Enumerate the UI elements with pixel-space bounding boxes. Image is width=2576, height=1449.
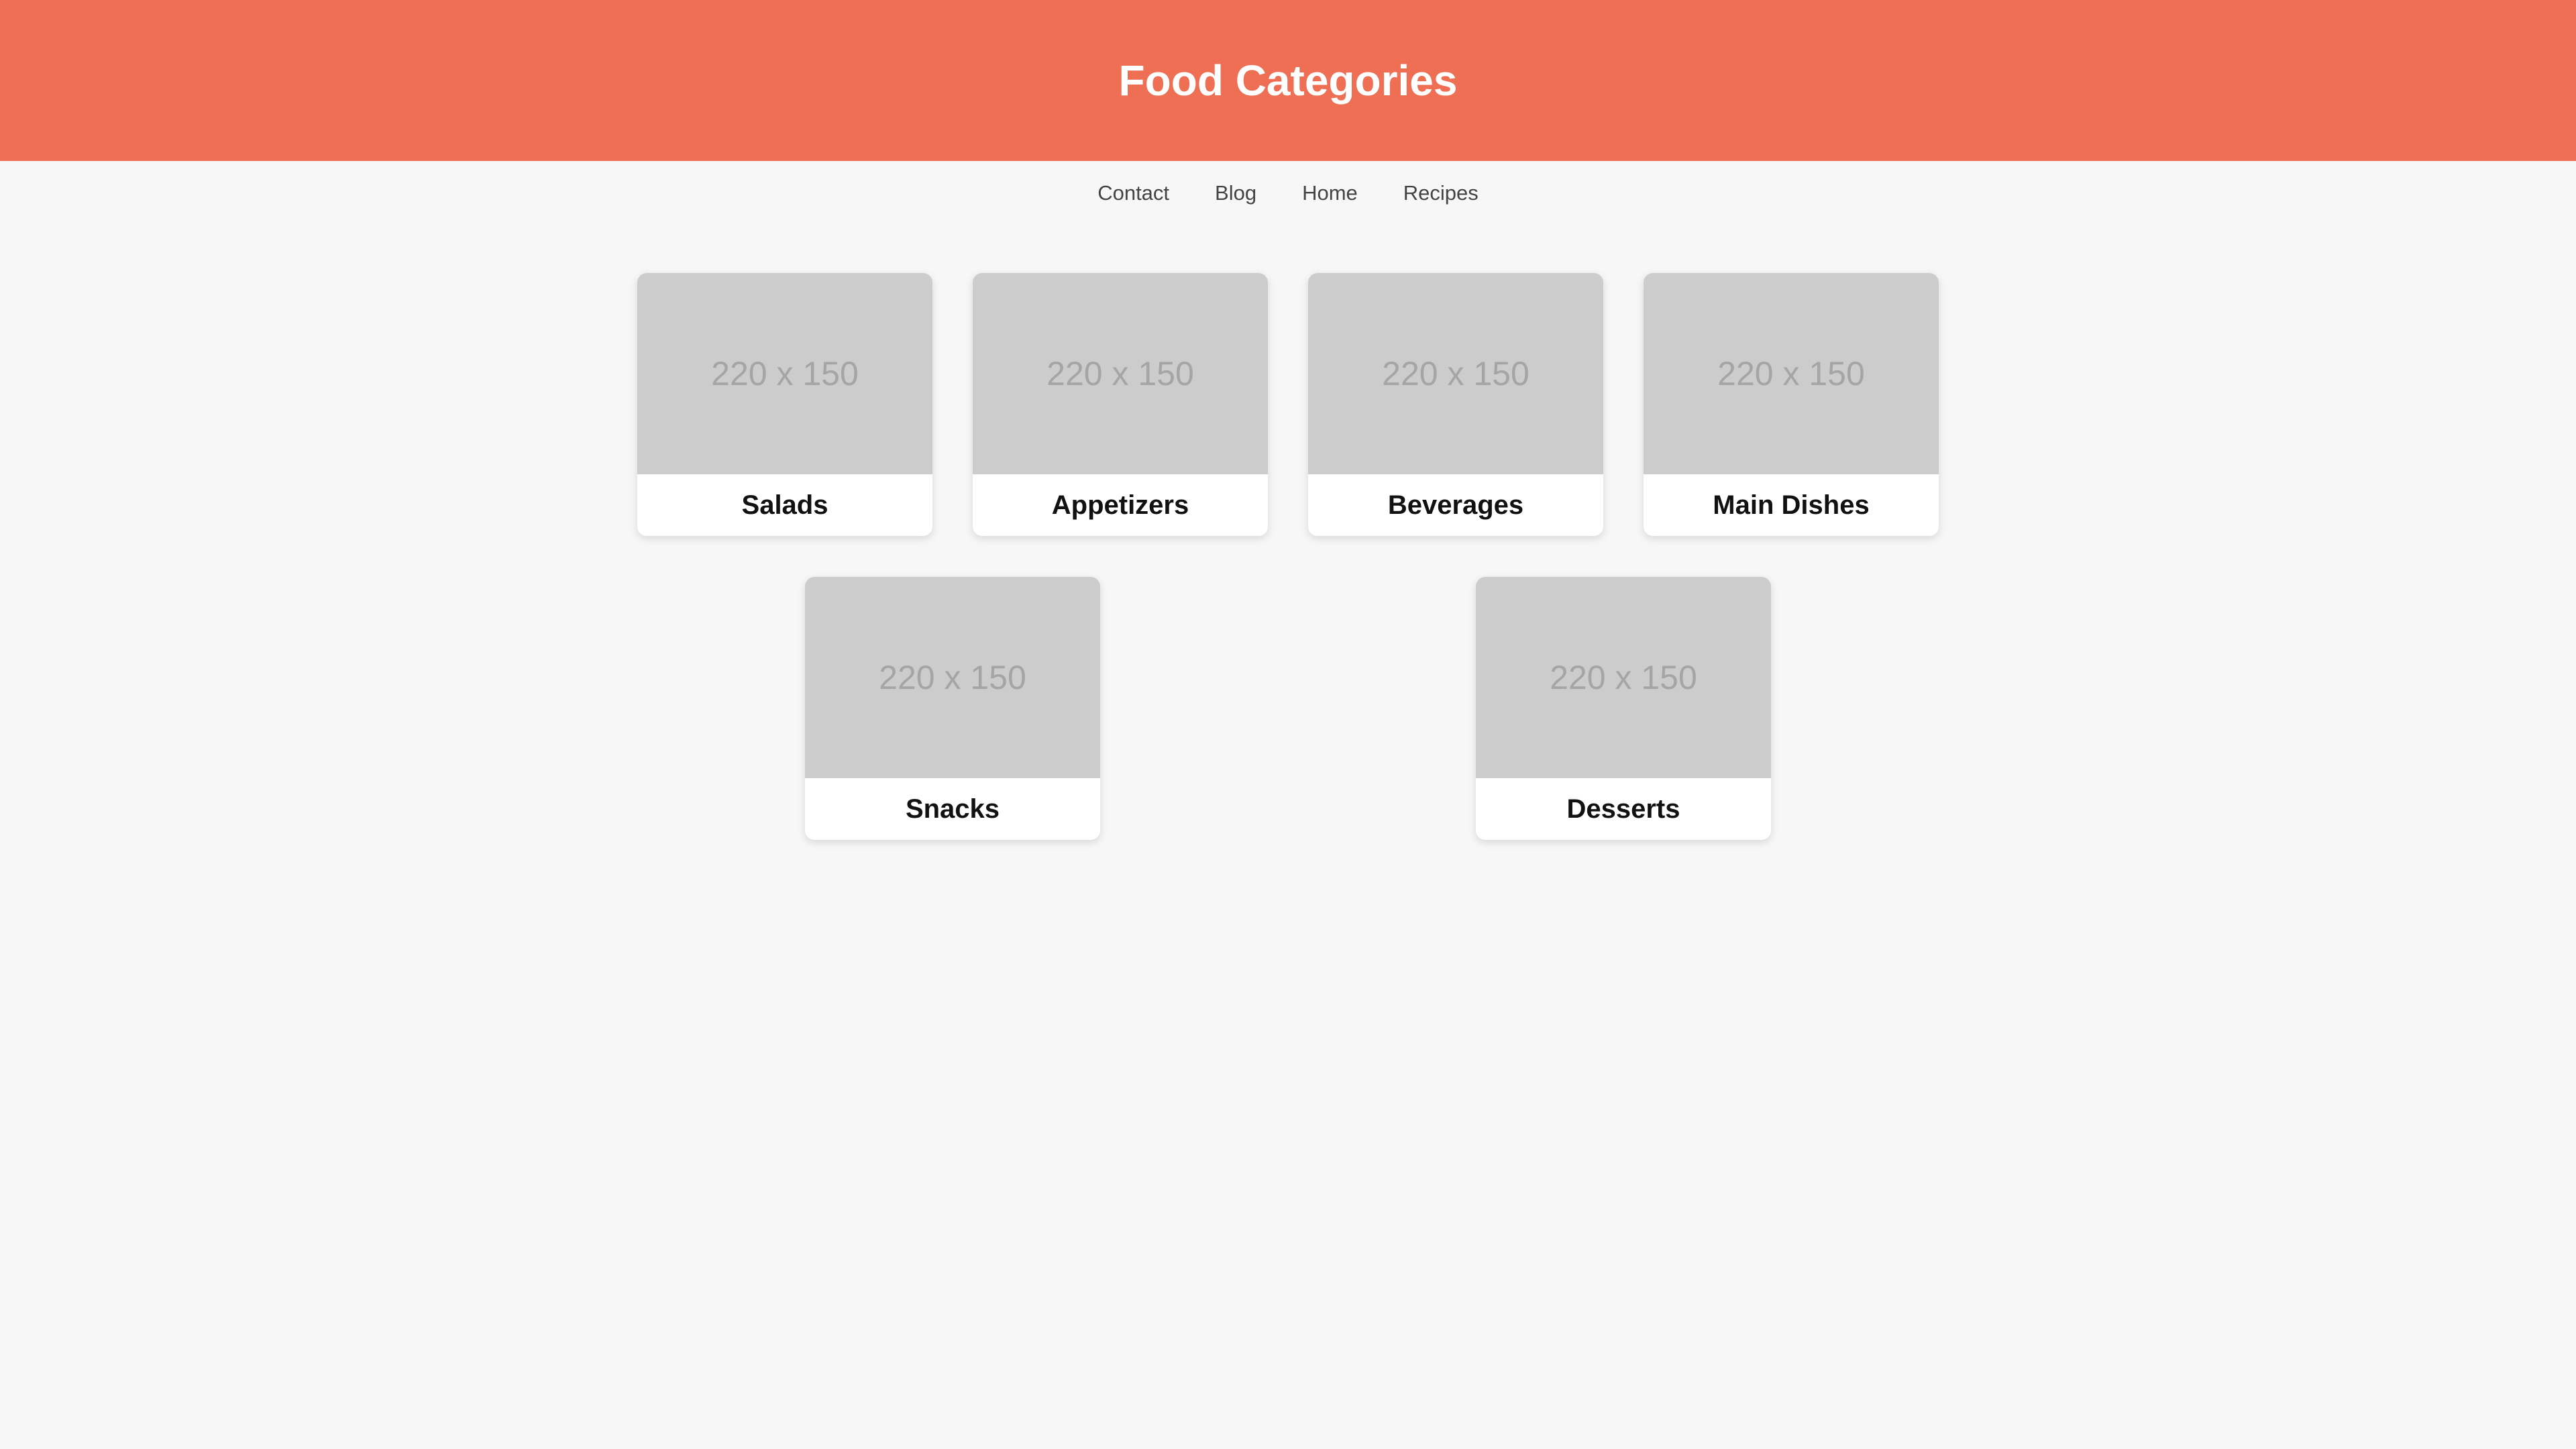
category-label: Snacks — [905, 794, 1000, 824]
category-image-placeholder: 220 x 150 — [1644, 273, 1939, 474]
category-image-placeholder: 220 x 150 — [973, 273, 1268, 474]
category-card-beverages[interactable]: 220 x 150 Beverages — [1308, 273, 1603, 536]
category-image-placeholder: 220 x 150 — [1476, 577, 1771, 778]
category-image-placeholder: 220 x 150 — [637, 273, 932, 474]
category-image-placeholder: 220 x 150 — [805, 577, 1100, 778]
category-label: Salads — [741, 490, 828, 520]
category-label: Beverages — [1387, 490, 1524, 520]
category-card-main-dishes[interactable]: 220 x 150 Main Dishes — [1644, 273, 1939, 536]
category-card-salads[interactable]: 220 x 150 Salads — [637, 273, 932, 536]
main-nav: Contact Blog Home Recipes — [0, 161, 2576, 225]
category-grid: 220 x 150 Salads 220 x 150 Appetizers 22… — [0, 225, 2576, 896]
category-label: Appetizers — [1051, 490, 1189, 520]
nav-link-blog[interactable]: Blog — [1215, 181, 1256, 205]
category-card-desserts[interactable]: 220 x 150 Desserts — [1476, 577, 1771, 840]
category-label: Desserts — [1566, 794, 1680, 824]
nav-link-home[interactable]: Home — [1302, 181, 1358, 205]
nav-link-contact[interactable]: Contact — [1097, 181, 1169, 205]
category-card-snacks[interactable]: 220 x 150 Snacks — [805, 577, 1100, 840]
page-header: Food Categories — [0, 0, 2576, 161]
nav-link-recipes[interactable]: Recipes — [1403, 181, 1479, 205]
category-card-appetizers[interactable]: 220 x 150 Appetizers — [973, 273, 1268, 536]
category-image-placeholder: 220 x 150 — [1308, 273, 1603, 474]
category-label: Main Dishes — [1713, 490, 1870, 520]
page-title: Food Categories — [1118, 56, 1458, 105]
